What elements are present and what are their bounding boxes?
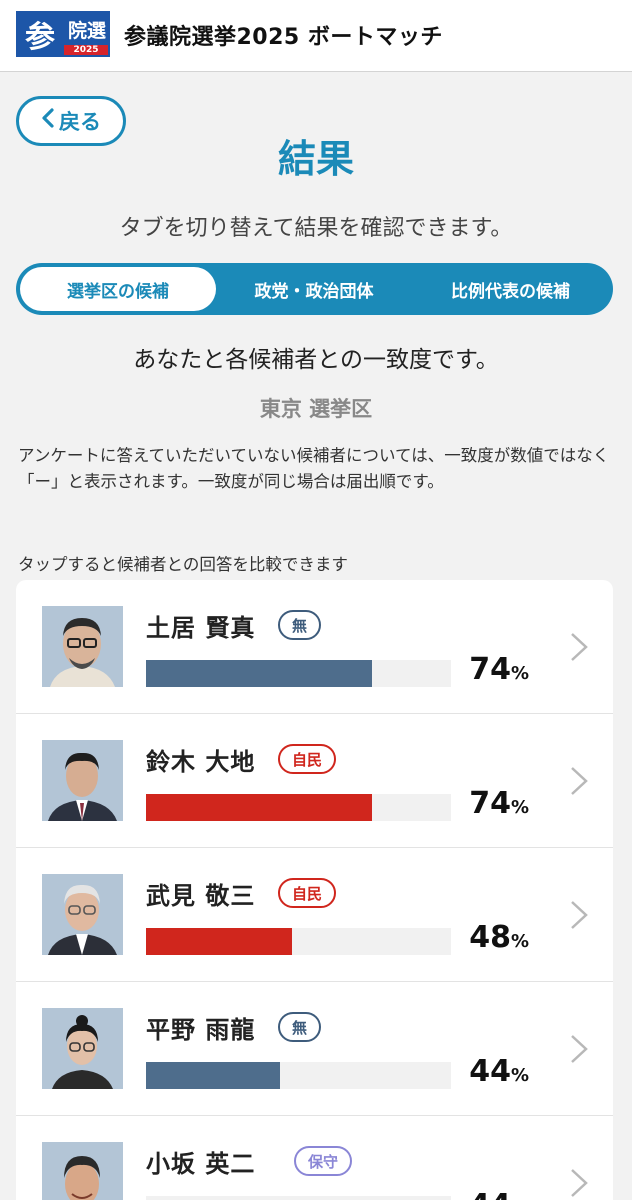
result-subtitle: あなたと各候補者との一致度です。 [133,347,499,373]
party-badge: 自民 [278,878,337,908]
match-score: 74% [469,786,529,821]
match-bar-track [146,928,451,955]
match-bar-track [146,1196,451,1200]
match-score: 48% [469,920,529,955]
party-badge: 無 [278,1012,322,1042]
chevron-right-icon [566,900,592,930]
tab-district-candidates[interactable]: 選挙区の候補 [20,267,216,311]
district-label: 東京 選挙区 [259,397,373,421]
chevron-right-icon [566,766,592,796]
candidate-row[interactable]: 鈴木 大地 自民 74% [16,714,613,848]
notice-text: アンケートに答えていただいていない候補者については、一致度が数値ではなく「ー」と… [18,446,610,491]
party-badge: 自民 [278,744,337,774]
candidate-photo [42,740,123,821]
candidate-name: 平野 雨龍 [146,1016,256,1044]
page-title: 結果 [277,137,354,181]
candidate-photo [42,606,123,687]
chevron-right-icon [566,632,592,662]
chevron-right-icon [566,1034,592,1064]
match-score: 44% [469,1054,529,1089]
candidate-row[interactable]: 武見 敬三 自民 48% [16,848,613,982]
tap-hint: タップすると候補者との回答を比較できます [18,555,348,574]
candidate-row[interactable]: 平野 雨龍 無 44% [16,982,613,1116]
logo-year: 2025 [64,45,108,55]
result-tabs: 選挙区の候補 政党・政治団体 比例代表の候補 [16,263,613,315]
match-bar-track [146,660,451,687]
match-bar-fill [146,660,372,687]
candidate-name: 鈴木 大地 [146,748,256,776]
match-score: 44% [469,1188,529,1200]
party-badge: 保守 [294,1146,353,1176]
match-bar-fill [146,794,372,821]
party-badge: 無 [278,610,322,640]
candidate-row[interactable]: 小坂 英二 保守 44% [16,1116,613,1200]
match-score: 74% [469,652,529,687]
logo-main-char: 参 [25,20,55,55]
app-header: 参 院選 2025 参議院選挙2025 ボートマッチ [0,0,632,72]
match-bar-track [146,1062,451,1089]
candidate-name: 武見 敬三 [146,882,256,910]
match-bar-track [146,794,451,821]
candidate-name: 土居 賢真 [146,614,256,642]
election-logo[interactable]: 参 院選 2025 [16,11,110,57]
match-bar-fill [146,928,293,955]
match-bar-fill [146,1062,281,1089]
candidate-list: 土居 賢真 無 74% 鈴木 大地 自民 74% 武見 敬三 自民 48% 平野… [16,580,613,1200]
candidate-row[interactable]: 土居 賢真 無 74% [16,580,613,714]
chevron-right-icon [566,1168,592,1198]
tab-proportional-candidates[interactable]: 比例代表の候補 [412,267,609,311]
tab-parties[interactable]: 政党・政治団体 [216,267,412,311]
candidate-name: 小坂 英二 [146,1150,256,1178]
app-title: 参議院選挙2025 ボートマッチ [124,25,443,50]
candidate-photo [42,874,123,955]
candidate-photo [42,1142,123,1200]
candidate-photo [42,1008,123,1089]
instructions-text: タブを切り替えて結果を確認できます。 [119,216,513,241]
logo-sub-text: 院選 [67,19,106,42]
